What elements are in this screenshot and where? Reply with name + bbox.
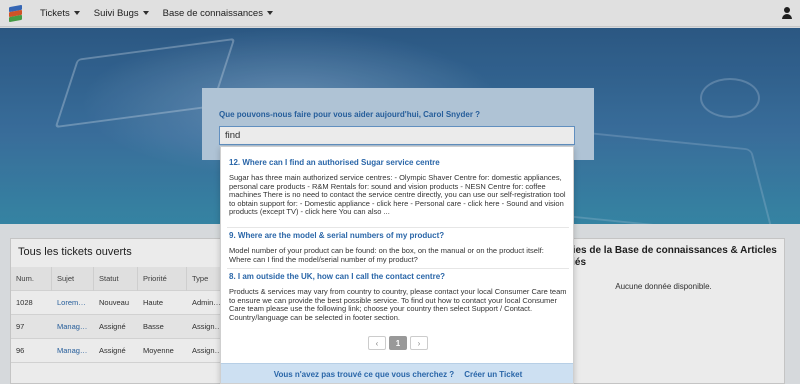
next-page-button[interactable]: › [410,336,428,350]
result-excerpt: Model number of your product can be foun… [229,246,544,264]
user-icon[interactable] [782,7,792,19]
open-tickets-card: Tous les tickets ouverts Num. Sujet Stat… [10,238,233,384]
search-result[interactable]: 9. Where are the model & serial numbers … [221,231,573,264]
result-excerpt: Products & services may vary from countr… [229,287,567,322]
app-logo[interactable] [6,3,26,23]
column-header[interactable]: Sujet [52,266,94,291]
result-excerpt: Sugar has three main authorized service … [229,173,566,217]
column-header[interactable]: Priorité [138,266,187,291]
ticket-status: Nouveau [99,298,130,307]
column-header[interactable]: Statut [94,266,138,291]
nav-bug-tracker[interactable]: Suivi Bugs [94,8,149,19]
divider [227,268,569,269]
result-title-link[interactable]: 8. I am outside the UK, how can I call t… [229,272,567,282]
search-input[interactable] [219,126,575,145]
card-title: Tous les tickets ouverts [18,246,132,258]
create-ticket-link[interactable]: Créer un Ticket [464,370,522,379]
ticket-priority: Basse [143,322,164,331]
previous-page-button[interactable]: ‹ [368,336,386,350]
chevron-down-icon [142,11,149,15]
chevron-down-icon [73,11,80,15]
tickets-table: Num. Sujet Statut Priorité Type 1028 Lor… [11,266,233,363]
ticket-status: Assigné [99,322,126,331]
divider [227,227,569,228]
result-title-link[interactable]: 12. Where can I find an authorised Sugar… [229,158,567,168]
kb-categories-card: égories de la Base de connaissances & Ar… [540,238,785,384]
pagination: ‹ 1 › [221,336,573,350]
nav-knowledge-base-label: Base de connaissances [162,7,263,19]
search-result[interactable]: 12. Where can I find an authorised Sugar… [221,158,573,217]
nav-tickets[interactable]: Tickets [40,8,80,19]
search-heading: Que pouvons-nous faire pour vous aider a… [219,110,481,119]
chevron-down-icon [266,11,273,15]
card-title: égories de la Base de connaissances & Ar… [551,245,777,268]
ticket-priority: Haute [143,298,164,307]
nav-bug-tracker-label: Suivi Bugs [93,7,139,19]
nav-knowledge-base[interactable]: Base de connaissances [163,8,273,19]
table-header: Num. Sujet Statut Priorité Type [11,266,233,291]
top-navbar: Tickets Suivi Bugs Base de connaissances [0,0,800,27]
search-suggestions-dropdown: 12. Where can I find an authorised Sugar… [220,146,574,384]
ticket-status: Assigné [99,346,126,355]
table-row[interactable]: 1028 Lorem… Nouveau Haute Admin… [11,291,233,315]
ticket-subject-link[interactable]: Lorem… [52,298,94,307]
table-row[interactable]: 97 Manag… Assigné Basse Assign… [11,315,233,339]
ticket-number: 97 [16,322,25,331]
empty-state-text: Aucune donnée disponible. [615,282,712,291]
page-button-current[interactable]: 1 [389,336,407,350]
ticket-priority: Moyenne [143,346,174,355]
table-row[interactable]: 96 Manag… Assigné Moyenne Assign… [11,339,233,363]
ticket-subject-link[interactable]: Manag… [52,322,94,331]
column-header[interactable]: Num. [11,266,52,291]
create-ticket-bar: Vous n'avez pas trouvé ce que vous cherc… [221,363,573,383]
search-result[interactable]: 8. I am outside the UK, how can I call t… [221,272,573,322]
ticket-subject-link[interactable]: Manag… [52,346,94,355]
ticket-number: 1028 [16,298,33,307]
not-found-question: Vous n'avez pas trouvé ce que vous cherc… [273,370,455,379]
nav-tickets-label: Tickets [40,7,70,19]
ticket-number: 96 [16,346,25,355]
result-title-link[interactable]: 9. Where are the model & serial numbers … [229,231,567,241]
